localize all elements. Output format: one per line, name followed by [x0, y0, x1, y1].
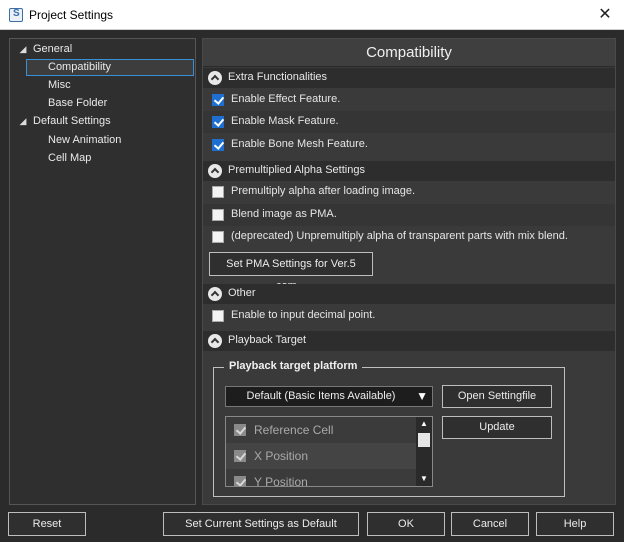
playback-platform-group: Playback target platform Default (Basic …	[213, 360, 565, 497]
option-row[interactable]: Enable Effect Feature.	[203, 89, 615, 111]
set-as-default-button[interactable]: Set Current Settings as Default	[163, 512, 359, 536]
tree-item-label: General	[33, 43, 73, 55]
dialog-footer: Reset Set Current Settings as Default OK…	[0, 505, 624, 542]
section-playback-target[interactable]: Playback Target	[203, 331, 615, 351]
collapse-chevron-icon[interactable]	[208, 287, 222, 301]
section-label: Other	[228, 287, 256, 299]
section-label: Playback Target	[228, 334, 307, 346]
decimal-point-checkbox[interactable]	[212, 310, 224, 322]
title-bar: Project Settings ✕	[0, 0, 624, 30]
list-item-label: X Position	[254, 449, 309, 463]
option-label: Enable Effect Feature.	[231, 93, 341, 105]
collapse-chevron-icon[interactable]	[208, 164, 222, 178]
section-other[interactable]: Other	[203, 284, 615, 304]
tree-item-general[interactable]: ◢ General	[10, 41, 195, 58]
section-extra-functionalities[interactable]: Extra Functionalities	[203, 68, 615, 88]
window-title: Project Settings	[29, 8, 114, 22]
expand-arrow-icon[interactable]: ◢	[18, 113, 28, 130]
settings-tree: ◢ General Compatibility Misc Base Folder…	[9, 38, 196, 505]
y-position-checkbox[interactable]	[234, 476, 246, 486]
list-item[interactable]: Y Position	[226, 469, 416, 487]
section-premultiplied-alpha[interactable]: Premultiplied Alpha Settings	[203, 161, 615, 181]
scroll-down-arrow-icon[interactable]: ▼	[416, 472, 432, 486]
collapse-chevron-icon[interactable]	[208, 334, 222, 348]
reference-cell-checkbox[interactable]	[234, 424, 246, 436]
option-row[interactable]: (deprecated) Unpremultiply alpha of tran…	[203, 226, 615, 248]
option-label: Enable Mask Feature.	[231, 115, 339, 127]
scroll-up-arrow-icon[interactable]: ▲	[416, 417, 432, 431]
list-item[interactable]: X Position	[226, 443, 416, 469]
section-label: Extra Functionalities	[228, 71, 328, 83]
group-label: Playback target platform	[224, 360, 363, 372]
panel-title: Compatibility	[203, 39, 615, 67]
option-row[interactable]: Enable to input decimal point.	[203, 305, 615, 327]
unpremultiply-alpha-checkbox[interactable]	[212, 231, 224, 243]
premultiply-alpha-checkbox[interactable]	[212, 186, 224, 198]
dropdown-arrow-icon[interactable]: ▼	[416, 389, 428, 403]
list-item[interactable]: Reference Cell	[226, 417, 416, 443]
tree-item-default-settings[interactable]: ◢ Default Settings	[10, 113, 195, 130]
option-row[interactable]: Enable Mask Feature.	[203, 111, 615, 133]
option-label: Enable Bone Mesh Feature.	[231, 138, 368, 150]
option-row[interactable]: Enable Bone Mesh Feature.	[203, 134, 615, 156]
ok-button[interactable]: OK	[367, 512, 445, 536]
settings-panel: Compatibility Extra Functionalities Enab…	[202, 38, 616, 505]
reset-button[interactable]: Reset	[8, 512, 86, 536]
tree-item-base-folder[interactable]: Base Folder	[10, 95, 195, 112]
list-item-label: Y Position	[254, 475, 308, 487]
option-label: (deprecated) Unpremultiply alpha of tran…	[231, 230, 568, 242]
tree-item-cell-map[interactable]: Cell Map	[10, 150, 195, 167]
help-button[interactable]: Help	[536, 512, 614, 536]
list-item-label: Reference Cell	[254, 423, 334, 437]
expand-arrow-icon[interactable]: ◢	[18, 41, 28, 58]
platform-dropdown[interactable]: Default (Basic Items Available) ▼	[225, 386, 433, 407]
scroll-thumb[interactable]	[418, 433, 430, 447]
update-button[interactable]: Update	[442, 416, 552, 439]
enable-bone-mesh-checkbox[interactable]	[212, 139, 224, 151]
list-scrollbar[interactable]: ▲ ▼	[416, 417, 432, 486]
app-icon	[9, 8, 23, 22]
tree-item-label: Compatibility	[48, 61, 111, 73]
playback-items-list[interactable]: Reference Cell X Position Y Position ▲ ▼	[225, 416, 433, 487]
dropdown-value: Default (Basic Items Available)	[246, 390, 396, 402]
cancel-button[interactable]: Cancel	[451, 512, 529, 536]
tree-item-label: Base Folder	[48, 97, 108, 109]
open-settingfile-button[interactable]: Open Settingfile	[442, 385, 552, 408]
section-label: Premultiplied Alpha Settings	[228, 164, 365, 176]
set-pma-settings-button[interactable]: Set PMA Settings for Ver.5 com...	[209, 252, 373, 292]
option-row[interactable]: Blend image as PMA.	[203, 204, 615, 226]
close-button[interactable]: ✕	[586, 0, 624, 30]
enable-mask-checkbox[interactable]	[212, 116, 224, 128]
blend-pma-checkbox[interactable]	[212, 209, 224, 221]
tree-item-label: Misc	[48, 79, 71, 91]
tree-item-label: New Animation	[48, 134, 122, 146]
tree-item-compatibility[interactable]: Compatibility	[26, 59, 194, 76]
enable-effect-checkbox[interactable]	[212, 94, 224, 106]
option-label: Blend image as PMA.	[231, 208, 337, 220]
option-label: Enable to input decimal point.	[231, 309, 376, 321]
option-label: Premultiply alpha after loading image.	[231, 185, 416, 197]
x-position-checkbox[interactable]	[234, 450, 246, 462]
collapse-chevron-icon[interactable]	[208, 71, 222, 85]
tree-item-label: Default Settings	[33, 115, 111, 127]
tree-item-label: Cell Map	[48, 152, 92, 164]
tree-item-new-animation[interactable]: New Animation	[10, 132, 195, 149]
option-row[interactable]: Premultiply alpha after loading image.	[203, 181, 615, 203]
tree-item-misc[interactable]: Misc	[10, 77, 195, 94]
